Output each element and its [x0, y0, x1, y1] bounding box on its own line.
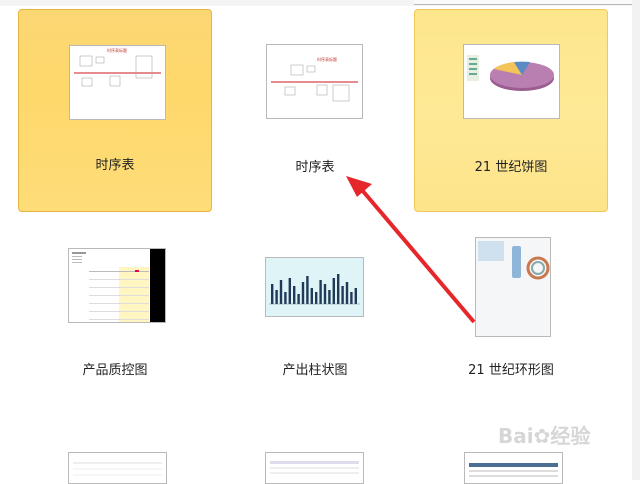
watermark: Bai✿经验 [498, 420, 590, 449]
watermark-text: Bai [498, 424, 534, 448]
watermark-suffix: 经验 [550, 424, 591, 448]
paw-icon: ✿ [533, 424, 551, 448]
annotation-arrow [346, 176, 476, 324]
